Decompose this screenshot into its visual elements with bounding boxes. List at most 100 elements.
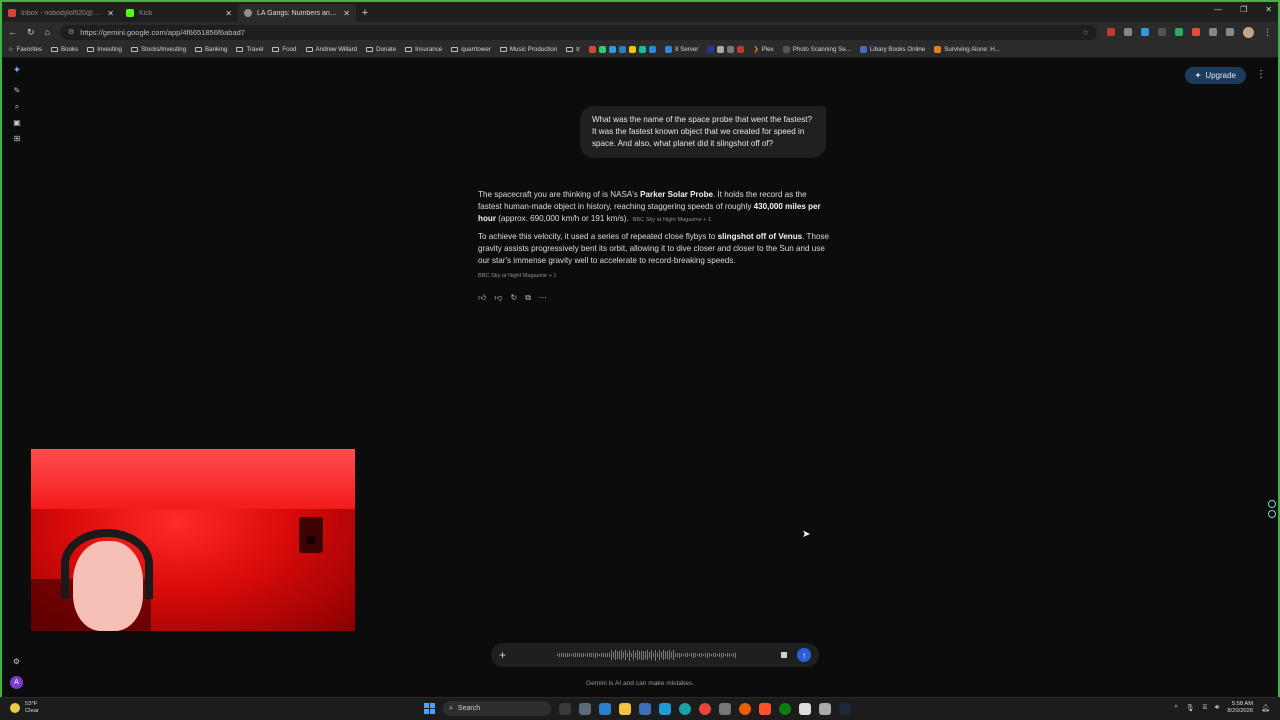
- extension-icon[interactable]: [1141, 28, 1149, 36]
- windows-start-icon[interactable]: [424, 703, 435, 714]
- microphone-icon[interactable]: 🎙︎: [1186, 704, 1195, 712]
- url-field[interactable]: ⚙ https://gemini.google.com/app/4f665185…: [59, 24, 1097, 40]
- star-icon[interactable]: ☆: [1082, 28, 1089, 37]
- steam-icon[interactable]: [839, 702, 851, 715]
- bookmark-library[interactable]: Libary Books Online: [859, 46, 925, 53]
- file-explorer-icon[interactable]: [619, 702, 631, 715]
- more-options-icon[interactable]: ⋮: [1256, 69, 1266, 80]
- new-tab-button[interactable]: +: [356, 4, 374, 22]
- extension-icon[interactable]: [1226, 28, 1234, 36]
- extension-icon[interactable]: [1124, 28, 1132, 36]
- network-icon[interactable]: ⌸: [1203, 704, 1207, 712]
- bookmark-folder[interactable]: Books: [51, 46, 78, 53]
- tab-kick[interactable]: Kick ✕: [120, 4, 238, 22]
- tab-title: LA Gangs: Numbers and Chu: [257, 9, 338, 17]
- waveform-bar: [586, 652, 588, 658]
- new-chat-icon[interactable]: ✎: [14, 87, 21, 95]
- upgrade-button[interactable]: ✦ Upgrade: [1184, 67, 1246, 84]
- home-icon[interactable]: ⌂: [45, 27, 50, 37]
- chrome-icon[interactable]: [699, 702, 711, 715]
- firefox-icon[interactable]: [739, 702, 751, 715]
- thumbs-up-icon[interactable]: 👍︎: [478, 292, 486, 304]
- notification-icon[interactable]: 🔔︎: [1261, 704, 1270, 712]
- send-button[interactable]: ↑: [797, 648, 811, 662]
- close-icon[interactable]: ✕: [107, 9, 114, 18]
- site-info-icon[interactable]: ⚙: [68, 28, 74, 36]
- search-icon[interactable]: ⌕: [15, 103, 19, 111]
- xbox-icon[interactable]: [779, 702, 791, 715]
- add-icon[interactable]: +: [499, 648, 511, 662]
- taskview-icon[interactable]: [559, 702, 571, 715]
- extension-icon[interactable]: [1209, 28, 1217, 36]
- bookmark-folder[interactable]: Travel: [236, 46, 263, 53]
- source-chip[interactable]: BBC Sky at Night Magazine + 1: [633, 217, 712, 223]
- bookmark-folder[interactable]: Investing: [87, 46, 122, 53]
- waveform-bar: [680, 653, 682, 657]
- minimize-icon[interactable]: —: [1214, 5, 1222, 14]
- source-chip[interactable]: BBC Sky at Night Magazine + 1: [478, 270, 832, 282]
- bookmark-folder[interactable]: Banking: [195, 46, 227, 53]
- gems-icon[interactable]: ▣: [13, 119, 21, 127]
- copy-icon[interactable]: ⧉: [525, 292, 531, 304]
- app-icon[interactable]: [659, 702, 671, 715]
- stop-icon[interactable]: [781, 652, 787, 658]
- taskbar-apps: ⌕ Search: [424, 701, 851, 716]
- regenerate-icon[interactable]: ↻: [511, 292, 518, 304]
- extension-icon[interactable]: [1158, 28, 1166, 36]
- close-window-icon[interactable]: ✕: [1265, 5, 1272, 14]
- waveform-bar: [608, 652, 610, 658]
- tab-gemini[interactable]: LA Gangs: Numbers and Chu ✕: [238, 4, 356, 22]
- bookmark-folder[interactable]: Music Production: [499, 46, 557, 53]
- bookmark-favorites[interactable]: ☆ Favorites: [8, 46, 42, 53]
- bookmark-folder[interactable]: Donate: [366, 46, 396, 53]
- restore-icon[interactable]: ❐: [1240, 5, 1247, 14]
- apps-icon[interactable]: ⊞: [14, 135, 21, 143]
- waveform-bar: [562, 653, 564, 657]
- more-icon[interactable]: ⋯: [539, 292, 547, 304]
- bookmark-icons[interactable]: [589, 46, 657, 53]
- extension-icon[interactable]: [1175, 28, 1183, 36]
- back-icon[interactable]: ←: [8, 27, 17, 37]
- bookmark-server[interactable]: 8 Server: [665, 46, 698, 53]
- app-icon[interactable]: [799, 702, 811, 715]
- settings-icon[interactable]: ⚙: [13, 658, 20, 666]
- side-widget[interactable]: [1268, 500, 1276, 518]
- film-icon: [782, 46, 790, 53]
- thumbs-down-icon[interactable]: 👎︎: [494, 292, 502, 304]
- extension-icon: [727, 46, 735, 53]
- volume-icon[interactable]: 🔊︎: [1215, 704, 1219, 712]
- app-icon[interactable]: [639, 702, 651, 715]
- extension-icon[interactable]: [1192, 28, 1200, 36]
- taskbar-search[interactable]: ⌕ Search: [443, 701, 551, 716]
- chevron-up-icon[interactable]: ^: [1175, 705, 1178, 712]
- gemini-spark-icon[interactable]: ✦: [13, 66, 21, 76]
- close-icon[interactable]: ✕: [225, 9, 232, 18]
- menu-icon[interactable]: ⋮: [1263, 27, 1272, 38]
- close-icon[interactable]: ✕: [343, 9, 350, 18]
- profile-avatar[interactable]: [1243, 26, 1254, 38]
- bookmark-photo-scanning[interactable]: Photo Scanning Se...: [782, 46, 851, 53]
- waveform-bar: [604, 653, 606, 657]
- clock[interactable]: 5:58 AM 8/20/2026: [1227, 701, 1253, 715]
- bookmark-icons[interactable]: [707, 46, 745, 53]
- bookmark-folder[interactable]: Food: [272, 46, 297, 53]
- tab-gmail[interactable]: Inbox - nobodylol520@gmail.com ✕: [2, 4, 120, 22]
- bookmark-icon: [934, 46, 942, 53]
- reload-icon[interactable]: ↻: [27, 27, 35, 38]
- settings-icon[interactable]: [579, 702, 591, 715]
- extension-icon[interactable]: [1107, 28, 1115, 36]
- bookmark-folder[interactable]: tr: [566, 46, 580, 53]
- bookmark-plex[interactable]: ❯ Plex: [753, 46, 773, 53]
- bookmark-folder[interactable]: Stocks/Investing: [130, 46, 186, 53]
- app-icon[interactable]: [819, 702, 831, 715]
- bookmark-surviving[interactable]: Surviving Alone: H...: [934, 46, 1000, 53]
- prompt-input-bar[interactable]: + ↑: [491, 643, 819, 667]
- bookmark-folder[interactable]: quarrtower: [451, 46, 491, 53]
- edge-icon[interactable]: [679, 702, 691, 715]
- app-icon[interactable]: [719, 702, 731, 715]
- brave-icon[interactable]: [759, 702, 771, 715]
- bookmark-folder[interactable]: Andrew Willard: [305, 46, 357, 53]
- weather-widget[interactable]: 53°F Clear: [10, 701, 39, 715]
- app-icon[interactable]: [599, 702, 611, 715]
- bookmark-folder[interactable]: Insurance: [405, 46, 442, 53]
